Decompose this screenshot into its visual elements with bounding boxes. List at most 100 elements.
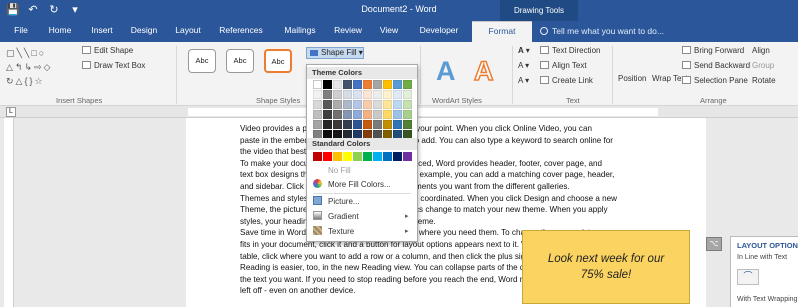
standard-color-swatch[interactable] <box>333 152 342 161</box>
tab-insert[interactable]: Insert <box>84 21 120 42</box>
theme-color-swatch[interactable] <box>353 80 362 89</box>
theme-color-swatch[interactable] <box>383 80 392 89</box>
standard-color-swatch[interactable] <box>353 152 362 161</box>
theme-color-swatch[interactable] <box>333 120 342 129</box>
position-button[interactable]: Position <box>618 74 646 83</box>
tab-home[interactable]: Home <box>40 21 80 42</box>
tab-stop-selector[interactable]: L <box>6 107 16 117</box>
tab-view[interactable]: View <box>372 21 406 42</box>
rotate-button[interactable]: Rotate <box>752 76 776 85</box>
standard-color-swatch[interactable] <box>403 152 412 161</box>
text-outline-button[interactable]: A ▾ <box>518 61 529 70</box>
standard-color-swatch[interactable] <box>313 152 322 161</box>
theme-color-swatch[interactable] <box>403 100 412 109</box>
theme-color-swatch[interactable] <box>363 110 372 119</box>
theme-color-swatch[interactable] <box>313 120 322 129</box>
in-line-with-text-icon[interactable]: ⌒ <box>737 269 759 285</box>
theme-color-swatch[interactable] <box>403 80 412 89</box>
theme-color-swatch[interactable] <box>363 100 372 109</box>
tab-review[interactable]: Review <box>328 21 368 42</box>
theme-color-swatch[interactable] <box>353 90 362 99</box>
theme-color-swatch[interactable] <box>343 120 352 129</box>
ruler-scale[interactable] <box>188 108 658 116</box>
align-button[interactable]: Align <box>752 46 770 55</box>
gradient-item[interactable]: Gradient ▸ <box>313 211 409 223</box>
shape-style-2[interactable]: Abc <box>226 49 254 73</box>
text-direction-button[interactable]: Text Direction <box>540 46 600 55</box>
theme-color-swatch[interactable] <box>393 80 402 89</box>
theme-color-swatch[interactable] <box>313 80 322 89</box>
theme-color-swatch[interactable] <box>393 110 402 119</box>
theme-color-swatch[interactable] <box>393 90 402 99</box>
standard-color-swatch[interactable] <box>373 152 382 161</box>
standard-color-swatch[interactable] <box>323 152 332 161</box>
tab-design[interactable]: Design <box>124 21 164 42</box>
tab-developer[interactable]: Developer <box>412 21 466 42</box>
theme-color-swatch[interactable] <box>343 110 352 119</box>
theme-color-swatch[interactable] <box>313 100 322 109</box>
theme-color-swatch[interactable] <box>343 90 352 99</box>
group-button[interactable]: Group <box>752 61 774 70</box>
picture-item[interactable]: Picture... <box>313 196 360 208</box>
send-backward-button[interactable]: Send Backward <box>682 61 750 70</box>
theme-color-swatch[interactable] <box>323 120 332 129</box>
align-text-button[interactable]: Align Text <box>540 61 587 70</box>
shape-style-3[interactable]: Abc <box>264 49 292 73</box>
tab-mailings[interactable]: Mailings <box>276 21 324 42</box>
theme-color-swatch[interactable] <box>323 80 332 89</box>
theme-color-swatch[interactable] <box>353 110 362 119</box>
texture-item[interactable]: Texture ▸ <box>313 226 409 238</box>
theme-color-swatch[interactable] <box>393 100 402 109</box>
more-fill-colors-item[interactable]: More Fill Colors... <box>313 179 391 191</box>
callout-shape[interactable]: Look next week for our 75% sale! <box>522 230 690 304</box>
tab-layout[interactable]: Layout <box>168 21 208 42</box>
theme-color-swatch[interactable] <box>363 90 372 99</box>
layout-options-button[interactable]: ⌥ <box>706 237 722 251</box>
theme-color-swatch[interactable] <box>373 80 382 89</box>
tab-references[interactable]: References <box>212 21 270 42</box>
shape-style-1[interactable]: Abc <box>188 49 216 73</box>
standard-color-swatch[interactable] <box>343 152 352 161</box>
create-link-button[interactable]: Create Link <box>540 76 593 85</box>
theme-color-swatch[interactable] <box>373 110 382 119</box>
standard-color-swatch[interactable] <box>393 152 402 161</box>
theme-color-swatch[interactable] <box>333 90 342 99</box>
theme-color-swatch[interactable] <box>343 80 352 89</box>
theme-color-swatch[interactable] <box>373 100 382 109</box>
text-fill-button[interactable]: A ▾ <box>518 46 530 55</box>
theme-color-swatch[interactable] <box>333 80 342 89</box>
theme-color-swatch[interactable] <box>353 100 362 109</box>
theme-color-swatch[interactable] <box>393 120 402 129</box>
shape-fill-button[interactable]: Shape Fill ▾ <box>306 47 364 59</box>
theme-color-swatch[interactable] <box>403 120 412 129</box>
tab-format[interactable]: Format <box>472 21 532 42</box>
no-fill-item[interactable]: No Fill <box>313 165 351 177</box>
theme-color-swatch[interactable] <box>373 120 382 129</box>
theme-color-swatch[interactable] <box>353 120 362 129</box>
edit-shape-button[interactable]: Edit Shape <box>82 46 133 55</box>
tab-file[interactable]: File <box>8 21 34 42</box>
tell-me-box[interactable]: Tell me what you want to do... <box>540 26 664 36</box>
theme-color-swatch[interactable] <box>323 90 332 99</box>
standard-color-swatch[interactable] <box>383 152 392 161</box>
standard-color-swatch[interactable] <box>363 152 372 161</box>
bring-forward-button[interactable]: Bring Forward <box>682 46 744 55</box>
theme-color-swatch[interactable] <box>403 110 412 119</box>
theme-color-swatch[interactable] <box>313 110 322 119</box>
text-effects-button[interactable]: A ▾ <box>518 76 529 85</box>
wordart-style-blue[interactable]: A <box>436 56 456 87</box>
theme-color-swatch[interactable] <box>323 110 332 119</box>
theme-color-swatch[interactable] <box>333 100 342 109</box>
theme-color-swatch[interactable] <box>363 80 372 89</box>
theme-color-swatch[interactable] <box>333 110 342 119</box>
theme-color-swatch[interactable] <box>383 90 392 99</box>
selection-pane-button[interactable]: Selection Pane <box>682 76 748 85</box>
shapes-gallery[interactable]: ▢╲╲□○ △↰↳⇨◇ ↻△{}☆ <box>6 46 62 90</box>
theme-color-swatch[interactable] <box>363 120 372 129</box>
draw-text-box-button[interactable]: Draw Text Box <box>82 61 145 70</box>
wordart-style-orange[interactable]: A <box>473 55 494 87</box>
theme-color-swatch[interactable] <box>383 100 392 109</box>
theme-color-swatch[interactable] <box>313 90 322 99</box>
theme-color-swatch[interactable] <box>323 100 332 109</box>
theme-color-swatch[interactable] <box>383 110 392 119</box>
